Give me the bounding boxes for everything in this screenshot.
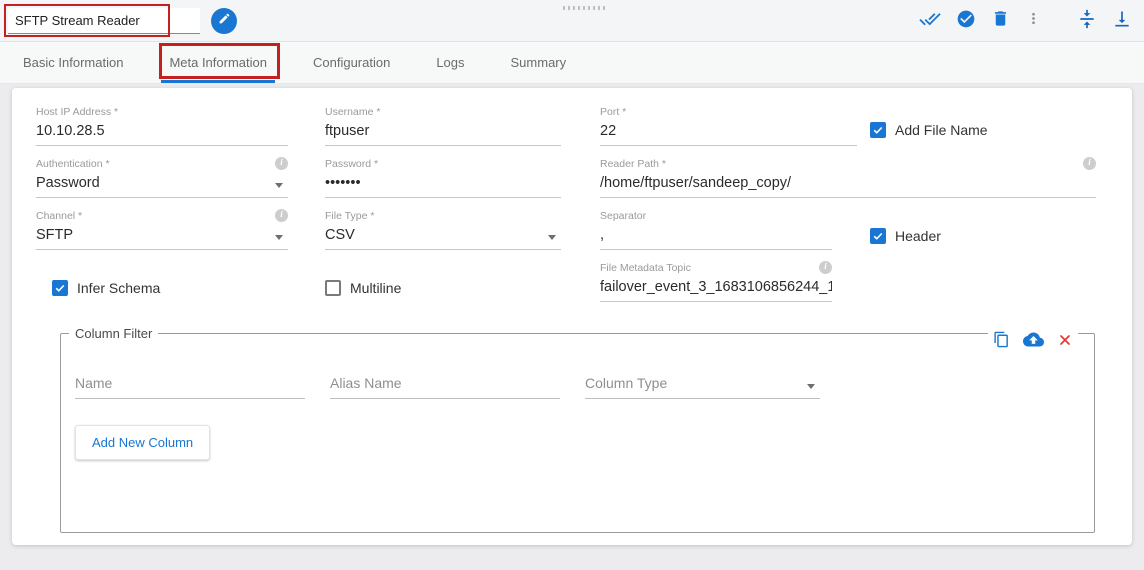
chevron-down-icon[interactable] bbox=[548, 235, 556, 240]
top-toolbar bbox=[0, 0, 1144, 42]
info-icon[interactable] bbox=[1083, 157, 1096, 170]
field-label: Username * bbox=[325, 106, 381, 118]
separator-field[interactable]: Separator , bbox=[600, 210, 832, 250]
field-value: 22 bbox=[600, 121, 857, 146]
cloud-upload-icon bbox=[1023, 329, 1044, 355]
info-icon[interactable] bbox=[275, 209, 288, 222]
chevron-down-icon[interactable] bbox=[275, 183, 283, 188]
tab-meta-information[interactable]: Meta Information bbox=[159, 42, 280, 83]
port-field[interactable]: Port * 22 bbox=[600, 106, 857, 146]
tab-logs[interactable]: Logs bbox=[436, 42, 464, 83]
field-value: SFTP bbox=[36, 225, 288, 250]
field-value: CSV bbox=[325, 225, 561, 250]
column-filter-section: Column Filter Name Alias Name Column Typ… bbox=[60, 326, 1095, 533]
double-check-icon bbox=[919, 8, 941, 35]
field-label: Reader Path * bbox=[600, 158, 666, 170]
chevron-down-icon[interactable] bbox=[807, 384, 815, 389]
tab-configuration[interactable]: Configuration bbox=[313, 42, 390, 83]
delete-button[interactable] bbox=[991, 9, 1010, 33]
sftp-stream-reader-page: Basic Information Meta Information Confi… bbox=[0, 0, 1144, 570]
info-icon[interactable] bbox=[819, 261, 832, 274]
field-value: /home/ftpuser/sandeep_copy/ bbox=[600, 173, 1096, 198]
upload-button[interactable] bbox=[1023, 329, 1044, 355]
file-metadata-topic-field[interactable]: File Metadata Topic failover_event_3_168… bbox=[600, 261, 832, 302]
checkbox-box[interactable] bbox=[52, 280, 68, 296]
close-icon bbox=[1057, 332, 1073, 353]
alias-name-input[interactable] bbox=[330, 371, 560, 399]
column-name-input[interactable] bbox=[75, 371, 305, 399]
copy-icon bbox=[993, 331, 1010, 353]
field-value: 10.10.28.5 bbox=[36, 121, 288, 146]
kebab-menu-icon bbox=[1025, 10, 1042, 32]
file-type-select[interactable]: File Type * CSV bbox=[325, 210, 561, 250]
pencil-icon bbox=[218, 12, 231, 30]
authentication-select[interactable]: Authentication * Password bbox=[36, 157, 288, 198]
field-label: Port * bbox=[600, 106, 627, 118]
reader-path-field[interactable]: Reader Path * /home/ftpuser/sandeep_copy… bbox=[600, 157, 1096, 198]
validate-all-button[interactable] bbox=[919, 8, 941, 35]
field-value: ftpuser bbox=[325, 121, 561, 146]
field-label: Password * bbox=[325, 158, 379, 170]
multiline-checkbox[interactable]: Multiline bbox=[325, 280, 401, 296]
field-label: File Metadata Topic bbox=[600, 262, 691, 274]
component-title-wrap bbox=[4, 4, 200, 37]
column-filter-row: Column Type bbox=[75, 371, 1094, 399]
password-field[interactable]: Password * ••••••• bbox=[325, 158, 561, 198]
align-bottom-button[interactable] bbox=[1112, 9, 1132, 34]
select-placeholder: Column Type bbox=[585, 375, 668, 391]
field-label: Host IP Address * bbox=[36, 106, 119, 118]
checkbox-box[interactable] bbox=[325, 280, 341, 296]
field-label: File Type * bbox=[325, 210, 375, 222]
field-value: failover_event_3_1683106856244_178 bbox=[600, 277, 832, 302]
info-icon[interactable] bbox=[275, 157, 288, 170]
infer-schema-checkbox[interactable]: Infer Schema bbox=[52, 280, 160, 296]
save-button[interactable] bbox=[956, 9, 976, 34]
edit-title-button[interactable] bbox=[211, 8, 237, 34]
more-options-button[interactable] bbox=[1025, 10, 1042, 32]
check-circle-icon bbox=[956, 9, 976, 34]
vertical-align-bottom-icon bbox=[1112, 9, 1132, 34]
column-filter-actions bbox=[988, 329, 1078, 355]
drag-handle[interactable] bbox=[563, 6, 605, 10]
checkbox-label: Header bbox=[895, 228, 941, 244]
checkbox-box[interactable] bbox=[870, 122, 886, 138]
chevron-down-icon[interactable] bbox=[275, 235, 283, 240]
username-field[interactable]: Username * ftpuser bbox=[325, 106, 561, 146]
field-value: , bbox=[600, 225, 832, 250]
column-type-select[interactable]: Column Type bbox=[585, 371, 820, 399]
channel-select[interactable]: Channel * SFTP bbox=[36, 209, 288, 250]
tab-summary[interactable]: Summary bbox=[511, 42, 567, 83]
field-value: ••••••• bbox=[325, 173, 561, 198]
column-filter-legend: Column Filter bbox=[75, 326, 153, 341]
toolbar-actions bbox=[919, 0, 1132, 42]
checkbox-label: Multiline bbox=[350, 280, 402, 296]
tab-bar: Basic Information Meta Information Confi… bbox=[0, 42, 1144, 84]
add-file-name-checkbox[interactable]: Add File Name bbox=[870, 122, 988, 138]
trash-icon bbox=[991, 9, 1010, 33]
remove-section-button[interactable] bbox=[1057, 332, 1073, 353]
component-title-input[interactable] bbox=[8, 8, 200, 34]
field-label: Authentication * bbox=[36, 158, 110, 170]
checkbox-box[interactable] bbox=[870, 228, 886, 244]
copy-button[interactable] bbox=[993, 331, 1010, 353]
header-checkbox[interactable]: Header bbox=[870, 228, 941, 244]
checkbox-label: Add File Name bbox=[895, 122, 988, 138]
checkbox-label: Infer Schema bbox=[77, 280, 161, 296]
field-value: Password bbox=[36, 173, 288, 198]
host-ip-field[interactable]: Host IP Address * 10.10.28.5 bbox=[36, 106, 288, 146]
meta-information-panel: Host IP Address * 10.10.28.5 Username * … bbox=[12, 88, 1132, 545]
field-label: Separator bbox=[600, 210, 647, 222]
add-new-column-button[interactable]: Add New Column bbox=[75, 425, 211, 460]
tab-basic-information[interactable]: Basic Information bbox=[23, 42, 123, 83]
field-label: Channel * bbox=[36, 210, 83, 222]
align-center-button[interactable] bbox=[1077, 9, 1097, 34]
vertical-align-center-icon bbox=[1077, 9, 1097, 34]
